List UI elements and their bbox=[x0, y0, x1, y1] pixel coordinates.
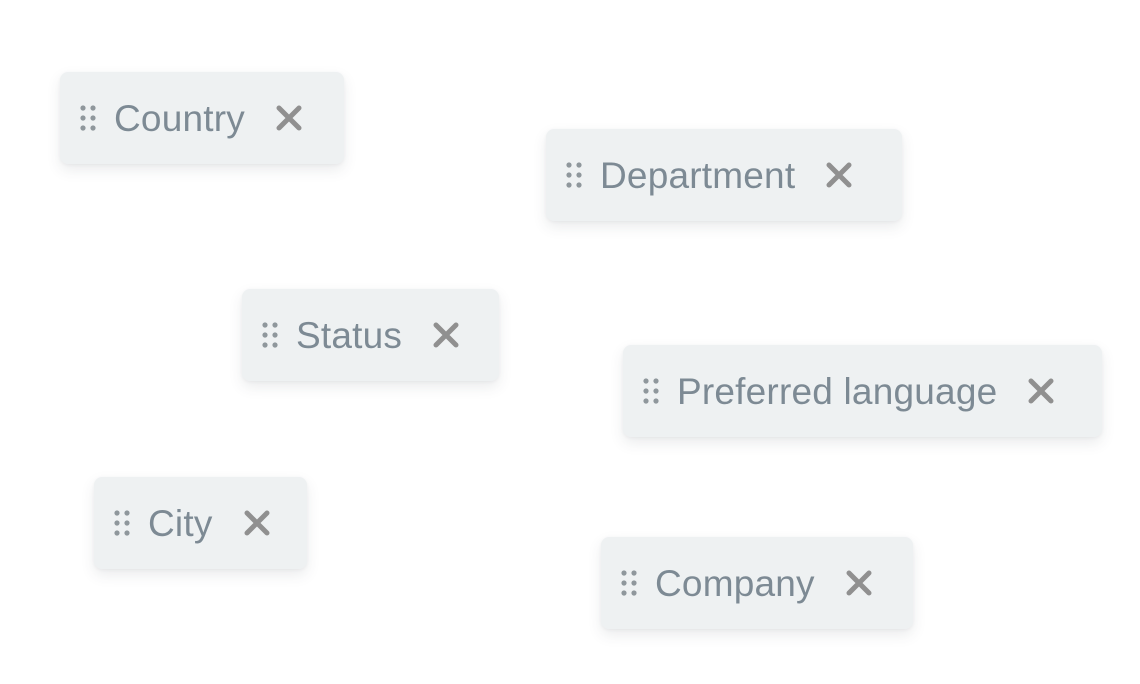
filter-chip-city[interactable]: City bbox=[94, 477, 307, 569]
chip-label: Preferred language bbox=[677, 370, 998, 412]
filter-chip-preferred-language[interactable]: Preferred language bbox=[623, 345, 1102, 437]
close-icon[interactable] bbox=[1025, 375, 1057, 407]
filter-chip-company[interactable]: Company bbox=[601, 537, 913, 629]
close-icon[interactable] bbox=[843, 567, 875, 599]
chip-label: Status bbox=[296, 314, 403, 356]
drag-handle-icon[interactable] bbox=[564, 160, 584, 190]
filter-chip-department[interactable]: Department bbox=[546, 129, 902, 221]
drag-handle-icon[interactable] bbox=[619, 568, 639, 598]
close-icon[interactable] bbox=[241, 507, 273, 539]
chip-label: Country bbox=[114, 97, 245, 139]
filter-chip-country[interactable]: Country bbox=[60, 72, 344, 164]
chip-label: City bbox=[148, 502, 213, 544]
chip-label: Department bbox=[600, 154, 796, 196]
drag-handle-icon[interactable] bbox=[112, 508, 132, 538]
drag-handle-icon[interactable] bbox=[260, 320, 280, 350]
filter-chip-status[interactable]: Status bbox=[242, 289, 499, 381]
drag-handle-icon[interactable] bbox=[641, 376, 661, 406]
close-icon[interactable] bbox=[273, 102, 305, 134]
drag-handle-icon[interactable] bbox=[78, 103, 98, 133]
chip-label: Company bbox=[655, 562, 815, 604]
close-icon[interactable] bbox=[430, 319, 462, 351]
close-icon[interactable] bbox=[823, 159, 855, 191]
